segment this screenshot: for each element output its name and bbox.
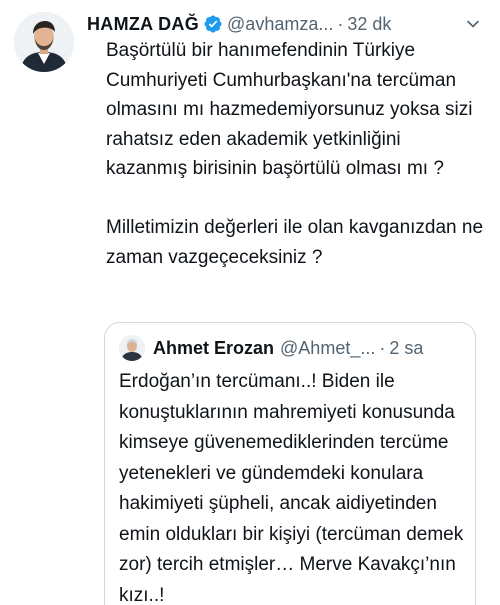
quoted-author-avatar[interactable] xyxy=(119,335,145,361)
quoted-tweet-header: Ahmet Erozan @Ahmet_... · 2 sa xyxy=(119,335,423,361)
tweet[interactable]: HAMZA DAĞ @avhamza... · 32 dk Başörtülü … xyxy=(0,0,500,605)
tweet-paragraph: Milletimizin değerleri ile olan kavganız… xyxy=(106,217,484,268)
tweet-paragraph: Başörtülü bir hanımefendinin Türkiye Cum… xyxy=(106,40,473,179)
chevron-down-icon[interactable] xyxy=(459,10,487,38)
quoted-tweet-timestamp[interactable]: 2 sa xyxy=(389,338,423,359)
header-separator: · xyxy=(337,13,344,34)
tweet-timestamp[interactable]: 32 dk xyxy=(347,14,391,35)
quoted-author-name[interactable]: Ahmet Erozan xyxy=(153,338,274,359)
quoted-tweet[interactable]: Ahmet Erozan @Ahmet_... · 2 sa Erdoğan’ı… xyxy=(104,322,476,605)
author-avatar[interactable] xyxy=(14,12,74,72)
author-name[interactable]: HAMZA DAĞ xyxy=(87,14,199,35)
tweet-header: HAMZA DAĞ @avhamza... · 32 dk xyxy=(87,10,487,38)
author-handle[interactable]: @avhamza... xyxy=(227,14,333,35)
quoted-tweet-text: Erdoğan’ın tercümanı..! Biden ile konuşt… xyxy=(119,371,464,605)
verified-badge-icon xyxy=(203,14,223,34)
quoted-author-handle[interactable]: @Ahmet_... xyxy=(280,338,375,359)
quoted-header-separator: · xyxy=(379,337,386,358)
tweet-text: Başörtülü bir hanımefendinin Türkiye Cum… xyxy=(106,36,486,272)
